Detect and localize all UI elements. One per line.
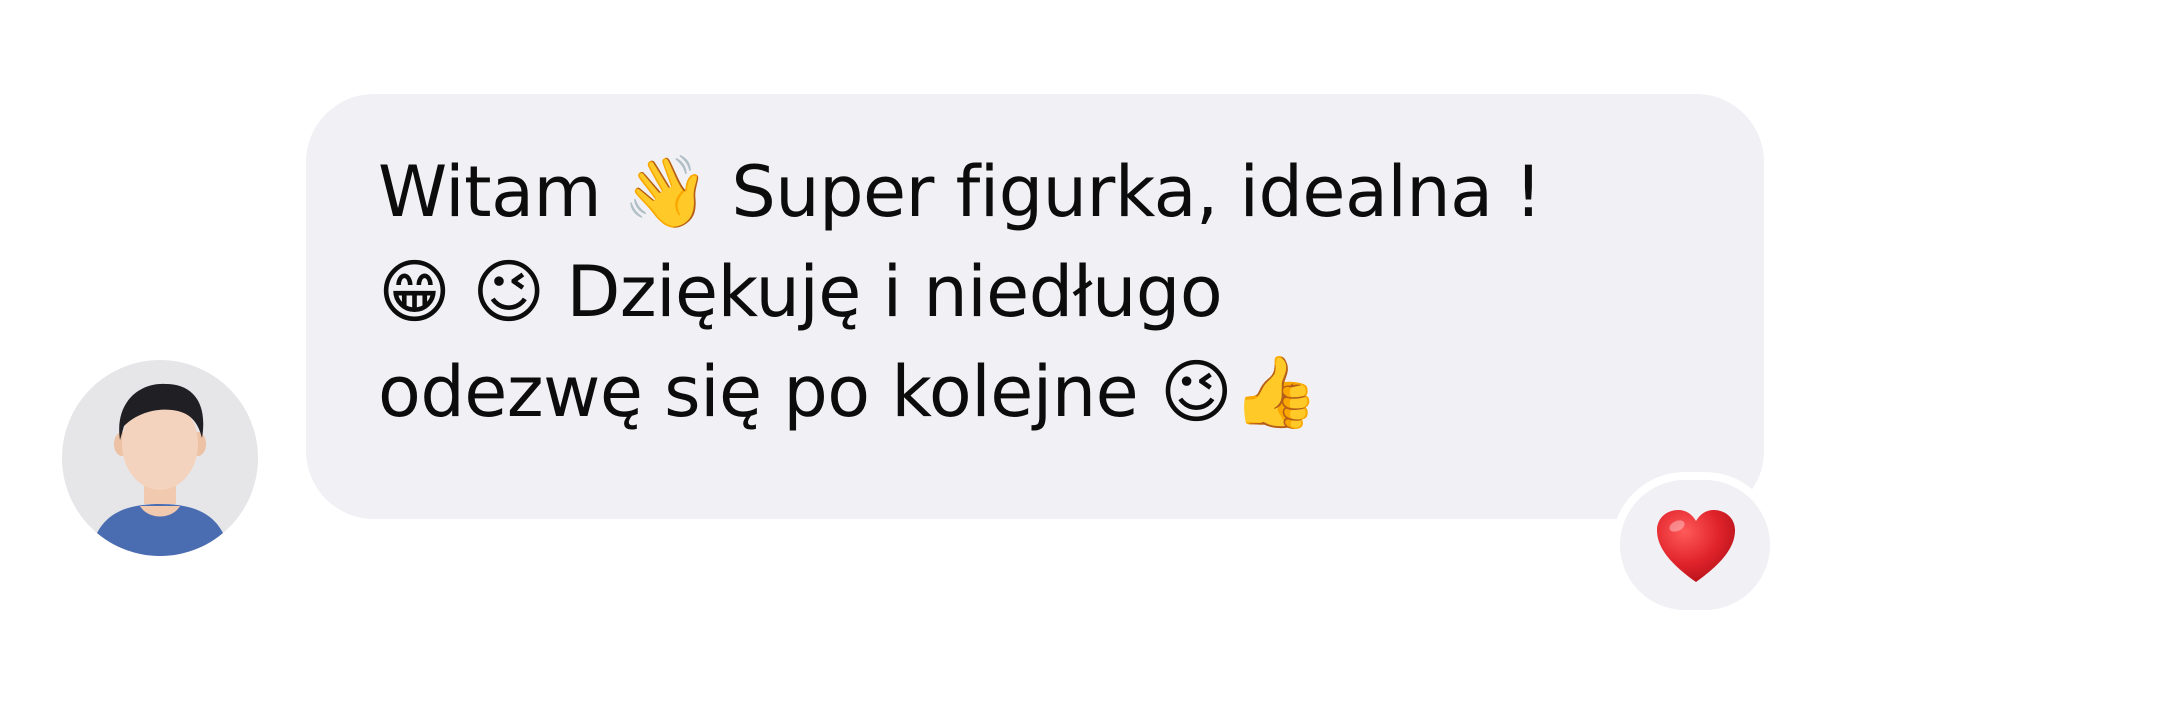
heart-icon	[1657, 510, 1735, 582]
message-bubble[interactable]: Witam 👋 Super figurka, idealna ! 😁 😉 Dzi…	[306, 94, 1764, 519]
person-avatar-icon	[90, 383, 230, 556]
reaction-badge[interactable]	[1620, 480, 1770, 610]
message-text-line: odezwę się po kolejne 😉👍	[378, 351, 1320, 433]
message-text-line: Witam 👋 Super figurka, idealna !	[378, 151, 1542, 233]
sender-avatar[interactable]	[62, 360, 258, 556]
message-text-line: 😁 😉 Dziękuję i niedługo	[378, 251, 1223, 333]
